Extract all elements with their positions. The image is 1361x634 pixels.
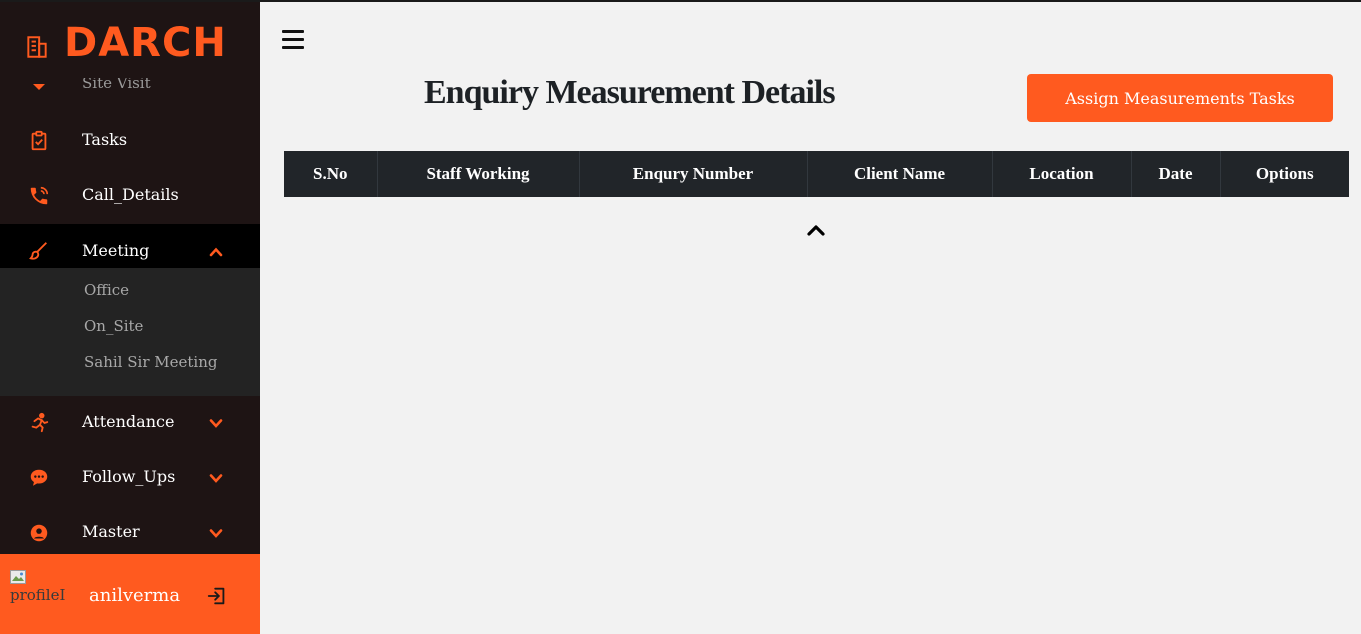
avatar[interactable]: profileImg [8, 568, 66, 608]
column-header-date[interactable]: Date [1131, 151, 1221, 197]
assign-measurements-button[interactable]: Assign Measurements Tasks [1027, 74, 1333, 122]
sidebar-item-label: Master [82, 522, 140, 541]
page-title: Enquiry Measurement Details [424, 74, 836, 111]
meeting-submenu: Office On_Site Sahil Sir Meeting [0, 268, 260, 396]
broken-image-icon [10, 570, 26, 584]
chevron-down-icon[interactable] [208, 470, 224, 486]
sidebar-item-tasks[interactable]: Tasks [0, 118, 260, 162]
main-content: Enquiry Measurement Details Assign Measu… [260, 2, 1361, 634]
column-header-options[interactable]: Options [1220, 151, 1349, 197]
user-circle-icon [30, 524, 48, 542]
sidebar-item-meeting[interactable]: Meeting [0, 224, 260, 268]
sidebar-item-attendance[interactable]: Attendance [0, 400, 260, 444]
chevron-up-icon[interactable] [208, 244, 224, 260]
submenu-item-sahil-sir-meeting[interactable]: Sahil Sir Meeting [84, 353, 217, 371]
user-panel: profileImg anilverma [0, 554, 260, 634]
brand-name: DARCH [64, 20, 227, 66]
sidebar-item-label: Tasks [82, 130, 128, 149]
clipboard-check-icon [31, 130, 47, 151]
sidebar-item-label: Call_Details [82, 185, 179, 204]
building-icon [27, 36, 47, 58]
chat-bubble-icon [30, 469, 48, 486]
sidebar: DARCH Site Visit Tasks Call_Details Meet… [0, 0, 260, 634]
sidebar-item-site-visit[interactable]: Site Visit [0, 78, 260, 98]
sidebar-item-follow-ups[interactable]: Follow_Ups [0, 455, 260, 499]
measurements-table: S.No Staff Working Enqury Number Client … [284, 151, 1349, 197]
brand-logo[interactable]: DARCH [24, 18, 227, 68]
sidebar-item-label: Meeting [82, 241, 150, 260]
column-header-client-name[interactable]: Client Name [807, 151, 993, 197]
sidebar-item-call-details[interactable]: Call_Details [0, 173, 260, 217]
menu-toggle-icon[interactable] [282, 30, 306, 52]
column-header-staff-working[interactable]: Staff Working [377, 151, 580, 197]
sidebar-item-master[interactable]: Master [0, 510, 260, 554]
phone-icon [30, 186, 49, 205]
chevron-up-icon[interactable] [805, 222, 827, 238]
sidebar-item-label: Follow_Ups [82, 467, 176, 486]
sidebar-item-label: Site Visit [82, 78, 151, 92]
submenu-item-on-site[interactable]: On_Site [84, 317, 143, 335]
table-header-row: S.No Staff Working Enqury Number Client … [284, 151, 1349, 197]
column-header-location[interactable]: Location [992, 151, 1132, 197]
brush-icon [29, 242, 47, 260]
sidebar-item-label: Attendance [82, 412, 175, 431]
chevron-down-icon[interactable] [208, 525, 224, 541]
submenu-item-office[interactable]: Office [84, 281, 129, 299]
chevron-down-icon[interactable] [208, 415, 224, 431]
top-border [0, 0, 1361, 2]
column-header-enquiry-number[interactable]: Enqury Number [579, 151, 808, 197]
username: anilverma [89, 585, 181, 606]
logout-icon[interactable] [206, 585, 228, 607]
running-person-icon [31, 412, 49, 433]
avatar-alt-text: profileImg [10, 586, 66, 604]
chevron-down-icon [33, 84, 45, 90]
column-header-sno[interactable]: S.No [284, 151, 378, 197]
